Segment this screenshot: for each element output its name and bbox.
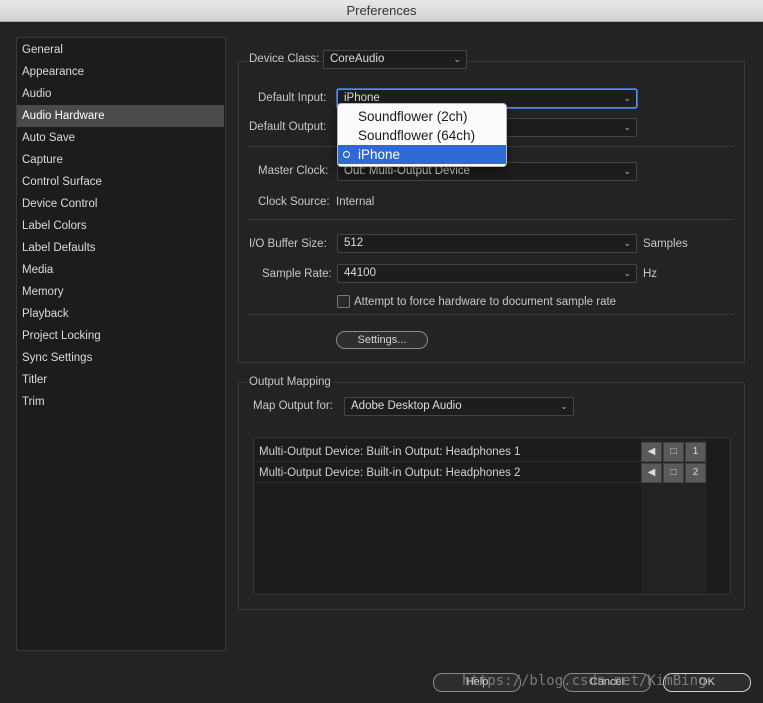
sidebar-item-audio-hardware[interactable]: Audio Hardware [17,105,224,127]
map-output-select[interactable]: Adobe Desktop Audio ⌄ [344,397,574,416]
sidebar-item-sync-settings[interactable]: Sync Settings [17,347,224,369]
default-input-dropdown-menu: Soundflower (2ch) Soundflower (64ch) iPh… [337,103,507,167]
chevron-down-icon: ⌄ [623,268,631,278]
map-output-label: Map Output for: [253,400,333,412]
sample-rate-select[interactable]: 44100 ⌄ [337,264,637,283]
settings-button[interactable]: Settings... [336,331,428,349]
default-output-label: Default Output: [249,121,327,133]
sidebar-item-appearance[interactable]: Appearance [17,61,224,83]
sidebar-item-auto-save[interactable]: Auto Save [17,127,224,149]
force-sample-rate-checkbox[interactable] [337,295,350,308]
sidebar-item-general[interactable]: General [17,39,224,61]
device-class-label: Device Class: [249,53,320,65]
frame-icon[interactable]: □ [663,442,684,462]
force-sample-rate-label: Attempt to force hardware to document sa… [354,296,617,308]
dropdown-option[interactable]: Soundflower (2ch) [338,107,506,126]
watermark: https://blog.csdn.net/KimBing [462,673,707,689]
master-clock-label: Master Clock: [258,165,329,177]
io-buffer-label: I/O Buffer Size: [249,238,327,250]
radio-selected-icon [343,151,350,158]
preferences-sidebar: General Appearance Audio Audio Hardware … [16,37,226,651]
sidebar-item-capture[interactable]: Capture [17,149,224,171]
speaker-icon[interactable]: ◀ [641,463,662,483]
window-title: Preferences [0,0,763,22]
chevron-down-icon: ⌄ [623,238,631,248]
sidebar-item-trim[interactable]: Trim [17,391,224,413]
chevron-down-icon: ⌄ [623,122,631,132]
channel-number: 1 [685,442,706,462]
sample-rate-value: 44100 [344,267,376,279]
divider [248,314,734,315]
sidebar-item-device-control[interactable]: Device Control [17,193,224,215]
clock-source-label: Clock Source: [258,196,330,208]
sidebar-item-audio[interactable]: Audio [17,83,224,105]
device-class-value: CoreAudio [330,53,385,65]
chevron-down-icon: ⌄ [623,93,631,103]
chevron-down-icon: ⌄ [623,166,631,176]
list-item[interactable]: Multi-Output Device: Built-in Output: He… [254,442,641,462]
dropdown-option-label: iPhone [358,147,401,162]
io-buffer-unit: Samples [643,238,688,250]
sidebar-item-playback[interactable]: Playback [17,303,224,325]
clock-source-value: Internal [336,196,375,208]
sidebar-item-memory[interactable]: Memory [17,281,224,303]
speaker-icon[interactable]: ◀ [641,442,662,462]
io-buffer-select[interactable]: 512 ⌄ [337,234,637,253]
map-output-value: Adobe Desktop Audio [351,400,462,412]
sidebar-item-titler[interactable]: Titler [17,369,224,391]
sidebar-item-media[interactable]: Media [17,259,224,281]
sample-rate-unit: Hz [643,268,658,280]
list-item[interactable]: Multi-Output Device: Built-in Output: He… [254,463,641,483]
dropdown-option-selected[interactable]: iPhone [338,145,506,164]
sidebar-item-project-locking[interactable]: Project Locking [17,325,224,347]
channel-number: 2 [685,463,706,483]
chevron-down-icon: ⌄ [560,401,568,411]
io-buffer-value: 512 [344,237,364,249]
sidebar-item-label-defaults[interactable]: Label Defaults [17,237,224,259]
output-mapping-title: Output Mapping [247,376,333,388]
sidebar-item-label-colors[interactable]: Label Colors [17,215,224,237]
sample-rate-label: Sample Rate: [262,268,332,280]
sidebar-item-control-surface[interactable]: Control Surface [17,171,224,193]
divider [248,219,734,220]
dropdown-option[interactable]: Soundflower (64ch) [338,126,506,145]
frame-icon[interactable]: □ [663,463,684,483]
default-input-label: Default Input: [258,92,327,104]
chevron-down-icon: ⌄ [453,54,461,64]
device-class-select[interactable]: CoreAudio ⌄ [323,50,467,69]
